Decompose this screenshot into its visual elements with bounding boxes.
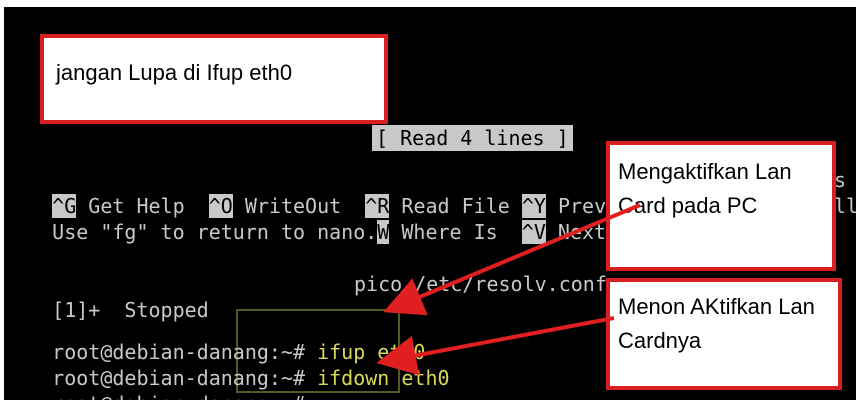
arrow-to-ifdown (376, 316, 615, 376)
annotation-arrows (376, 203, 641, 376)
arrow-to-ifup (383, 203, 641, 316)
